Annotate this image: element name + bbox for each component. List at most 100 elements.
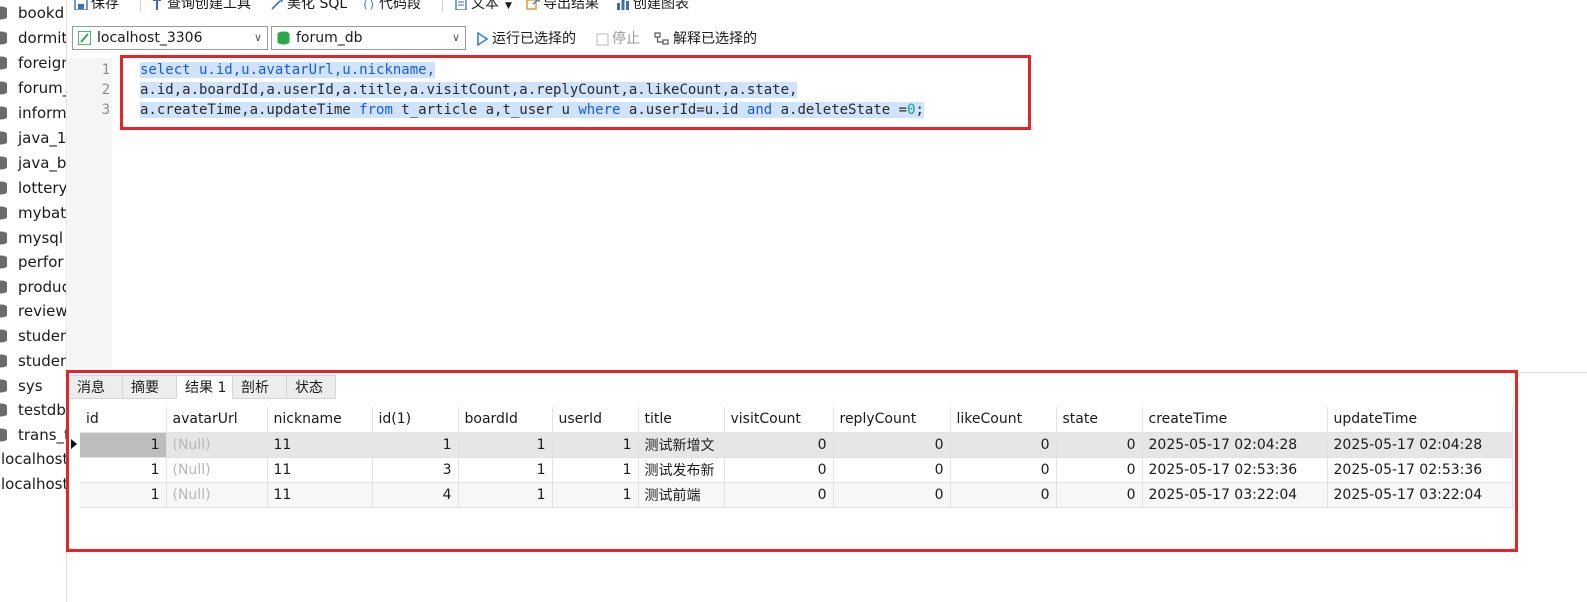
db-item-dormit[interactable]: dormit [0, 27, 66, 49]
export-results-button[interactable]: 导出结果 [526, 0, 599, 14]
database-icon [0, 156, 7, 170]
table-cell[interactable]: 0 [724, 432, 834, 458]
table-row[interactable]: 1 (Null) 11 1 1 1 测试新增文 0 0 0 0 2025-05-… [80, 432, 1513, 458]
create-chart-button[interactable]: 创建图表 [616, 0, 689, 14]
table-cell[interactable]: 2025-05-17 03:22:04 [1327, 482, 1513, 508]
text-menu-button[interactable]: 文本 ▼ [454, 0, 512, 14]
beautify-sql-button[interactable]: ✦ 美化 SQL [270, 0, 347, 14]
column-header[interactable]: title [638, 407, 725, 433]
tab-summary[interactable]: 摘要 [122, 375, 178, 399]
query-builder-button[interactable]: 查询创建工具 [150, 0, 251, 14]
db-item-sys[interactable]: sys [0, 375, 66, 397]
db-item-java-bl[interactable]: java_bl [0, 152, 66, 174]
column-header[interactable]: visitCount [724, 407, 834, 433]
tab-profile[interactable]: 剖析 [232, 375, 288, 399]
table-cell[interactable]: 11 [267, 457, 373, 483]
table-cell[interactable]: 2025-05-17 02:04:28 [1327, 432, 1513, 458]
table-cell[interactable]: 11 [267, 432, 373, 458]
table-cell[interactable]: 4 [372, 482, 459, 508]
table-cell[interactable]: 1 [458, 482, 553, 508]
table-cell[interactable]: 0 [950, 482, 1057, 508]
table-cell[interactable]: 测试前端 [638, 482, 725, 508]
column-header[interactable]: avatarUrl [166, 407, 268, 433]
table-cell[interactable]: 1 [552, 432, 639, 458]
code-snippet-button[interactable]: () 代码段 [362, 0, 421, 14]
connection-item-localhost-1[interactable]: localhost [0, 448, 66, 470]
column-header[interactable]: likeCount [950, 407, 1057, 433]
db-item-testdb[interactable]: testdb [0, 399, 66, 421]
column-header[interactable]: createTime [1142, 407, 1328, 433]
column-header[interactable]: id [80, 407, 167, 433]
tab-status[interactable]: 状态 [286, 375, 336, 399]
table-cell[interactable]: 2025-05-17 03:22:04 [1142, 482, 1328, 508]
table-cell[interactable]: 0 [724, 482, 834, 508]
save-button[interactable]: 保存 [74, 0, 119, 14]
table-cell[interactable]: 0 [950, 432, 1057, 458]
database-select-value: forum_db [296, 30, 363, 46]
table-cell[interactable]: 0 [1056, 432, 1143, 458]
column-header[interactable]: replyCount [833, 407, 951, 433]
db-item-mybat[interactable]: mybat [0, 202, 66, 224]
table-cell[interactable]: 1 [458, 457, 553, 483]
connection-item-label: localhost [1, 450, 66, 468]
db-item-lottery[interactable]: lottery [0, 177, 66, 199]
table-cell[interactable]: 测试新增文 [638, 432, 725, 458]
connection-select[interactable]: localhost_3306 ∨ [72, 26, 268, 50]
table-row[interactable]: 1 (Null) 11 4 1 1 测试前端 0 0 0 0 2025-05-1… [80, 482, 1513, 508]
table-row[interactable]: 1 (Null) 11 3 1 1 测试发布新 0 0 0 0 2025-05-… [80, 457, 1513, 483]
sql-editor[interactable]: 1 2 3 select u.id,u.avatarUrl,u.nickname… [68, 58, 1587, 368]
column-header[interactable]: boardId [458, 407, 553, 433]
table-cell[interactable]: 0 [1056, 482, 1143, 508]
table-cell[interactable]: 0 [950, 457, 1057, 483]
db-item-java-1[interactable]: java_1( [0, 127, 66, 149]
db-item-foreign[interactable]: foreign [0, 52, 66, 74]
connection-item-localhost-2[interactable]: localhost [0, 473, 66, 495]
db-item-label: java_1( [18, 129, 66, 147]
table-cell[interactable]: 1 [458, 432, 553, 458]
db-item-mysql[interactable]: mysql [0, 227, 66, 249]
column-header[interactable]: id(1) [372, 407, 459, 433]
column-header[interactable]: state [1056, 407, 1143, 433]
explain-selected-button[interactable]: 解释已选择的 [654, 28, 757, 50]
table-cell[interactable]: 2025-05-17 02:53:36 [1327, 457, 1513, 483]
column-header[interactable]: updateTime [1327, 407, 1513, 433]
db-item-review[interactable]: review [0, 300, 66, 322]
tab-result-1[interactable]: 结果 1 [176, 375, 234, 399]
db-item-forum[interactable]: forum_ [0, 77, 66, 99]
table-cell[interactable]: 测试发布新 [638, 457, 725, 483]
table-cell[interactable]: 1 [552, 457, 639, 483]
stop-button[interactable]: 停止 [596, 28, 640, 50]
table-cell[interactable]: 1 [80, 432, 167, 458]
sql-keyword: where [578, 102, 621, 118]
table-cell[interactable]: 1 [552, 482, 639, 508]
table-cell[interactable]: 0 [833, 482, 951, 508]
db-item-inform[interactable]: inform [0, 102, 66, 124]
db-item-studen-2[interactable]: studen [0, 350, 66, 372]
table-cell[interactable]: (Null) [166, 432, 268, 458]
table-cell[interactable]: (Null) [166, 457, 268, 483]
tab-messages[interactable]: 消息 [68, 375, 124, 399]
column-header[interactable]: nickname [267, 407, 373, 433]
table-cell[interactable]: 1 [80, 482, 167, 508]
table-cell[interactable]: 1 [372, 432, 459, 458]
table-cell[interactable]: 0 [1056, 457, 1143, 483]
db-item-perfor[interactable]: perfor [0, 251, 66, 273]
table-cell[interactable]: 2025-05-17 02:53:36 [1142, 457, 1328, 483]
db-item-produc[interactable]: produc [0, 276, 66, 298]
save-label: 保存 [91, 0, 119, 12]
db-item-trans[interactable]: trans_t [0, 424, 66, 446]
database-select[interactable]: forum_db ∨ [271, 26, 466, 50]
run-selected-button[interactable]: 运行已选择的 [476, 28, 576, 50]
table-cell[interactable]: 0 [724, 457, 834, 483]
column-header[interactable]: userId [552, 407, 639, 433]
table-cell[interactable]: 0 [833, 432, 951, 458]
table-cell[interactable]: (Null) [166, 482, 268, 508]
table-cell[interactable]: 3 [372, 457, 459, 483]
db-item-bookd[interactable]: bookd [0, 2, 66, 24]
table-cell[interactable]: 2025-05-17 02:04:28 [1142, 432, 1328, 458]
table-cell[interactable]: 11 [267, 482, 373, 508]
db-item-studen-1[interactable]: studen [0, 325, 66, 347]
result-grid[interactable]: id avatarUrl nickname id(1) boardId user… [80, 407, 1513, 508]
table-cell[interactable]: 1 [80, 457, 167, 483]
table-cell[interactable]: 0 [833, 457, 951, 483]
